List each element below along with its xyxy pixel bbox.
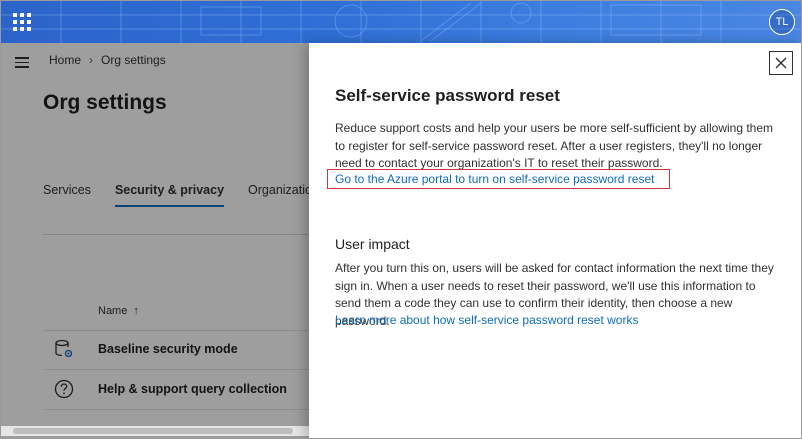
avatar[interactable]: TL <box>769 9 795 35</box>
database-gear-icon <box>51 336 77 362</box>
panel-description: Reduce support costs and help your users… <box>335 121 774 170</box>
breadcrumb-current: Org settings <box>101 53 166 67</box>
header-background-pattern <box>1 1 801 43</box>
sort-arrow-up-icon: ↑ <box>133 305 139 317</box>
user-impact-heading: User impact <box>335 236 410 252</box>
settings-tabs: Services Security & privacy Organization… <box>43 183 329 207</box>
self-service-password-reset-panel: Self-service password reset Reduce suppo… <box>309 43 801 438</box>
scrollbar-thumb[interactable] <box>13 428 293 434</box>
page-title: Org settings <box>43 91 167 114</box>
column-name-label: Name <box>98 305 128 317</box>
hamburger-menu-icon[interactable] <box>15 57 29 68</box>
close-icon <box>775 57 787 69</box>
name-column-header[interactable]: Name ↑ <box>98 305 139 317</box>
row-divider <box>43 409 309 410</box>
learn-more-link[interactable]: Learn more about how self-service passwo… <box>335 313 638 327</box>
top-header-bar: TL <box>1 1 801 43</box>
table-row[interactable]: Baseline security mode <box>43 329 309 369</box>
row-label: Help & support query collection <box>98 382 287 396</box>
avatar-initials: TL <box>775 16 789 28</box>
app-window: TL Home › Org settings Org settings Serv… <box>0 0 802 439</box>
panel-title: Self-service password reset <box>335 86 560 105</box>
chevron-right-icon: › <box>89 53 94 67</box>
close-button[interactable] <box>769 51 793 75</box>
app-launcher-icon[interactable] <box>13 13 31 31</box>
horizontal-scrollbar[interactable] <box>1 426 309 436</box>
breadcrumb: Home › Org settings <box>49 53 166 67</box>
tab-security-privacy[interactable]: Security & privacy <box>114 183 225 207</box>
row-label: Baseline security mode <box>98 342 238 356</box>
breadcrumb-home[interactable]: Home <box>49 53 81 67</box>
table-row[interactable]: Help & support query collection <box>43 369 309 409</box>
tabs-divider <box>43 234 309 235</box>
tab-services[interactable]: Services <box>43 183 91 207</box>
question-circle-icon <box>51 376 77 402</box>
azure-portal-link[interactable]: Go to the Azure portal to turn on self-s… <box>335 172 655 186</box>
